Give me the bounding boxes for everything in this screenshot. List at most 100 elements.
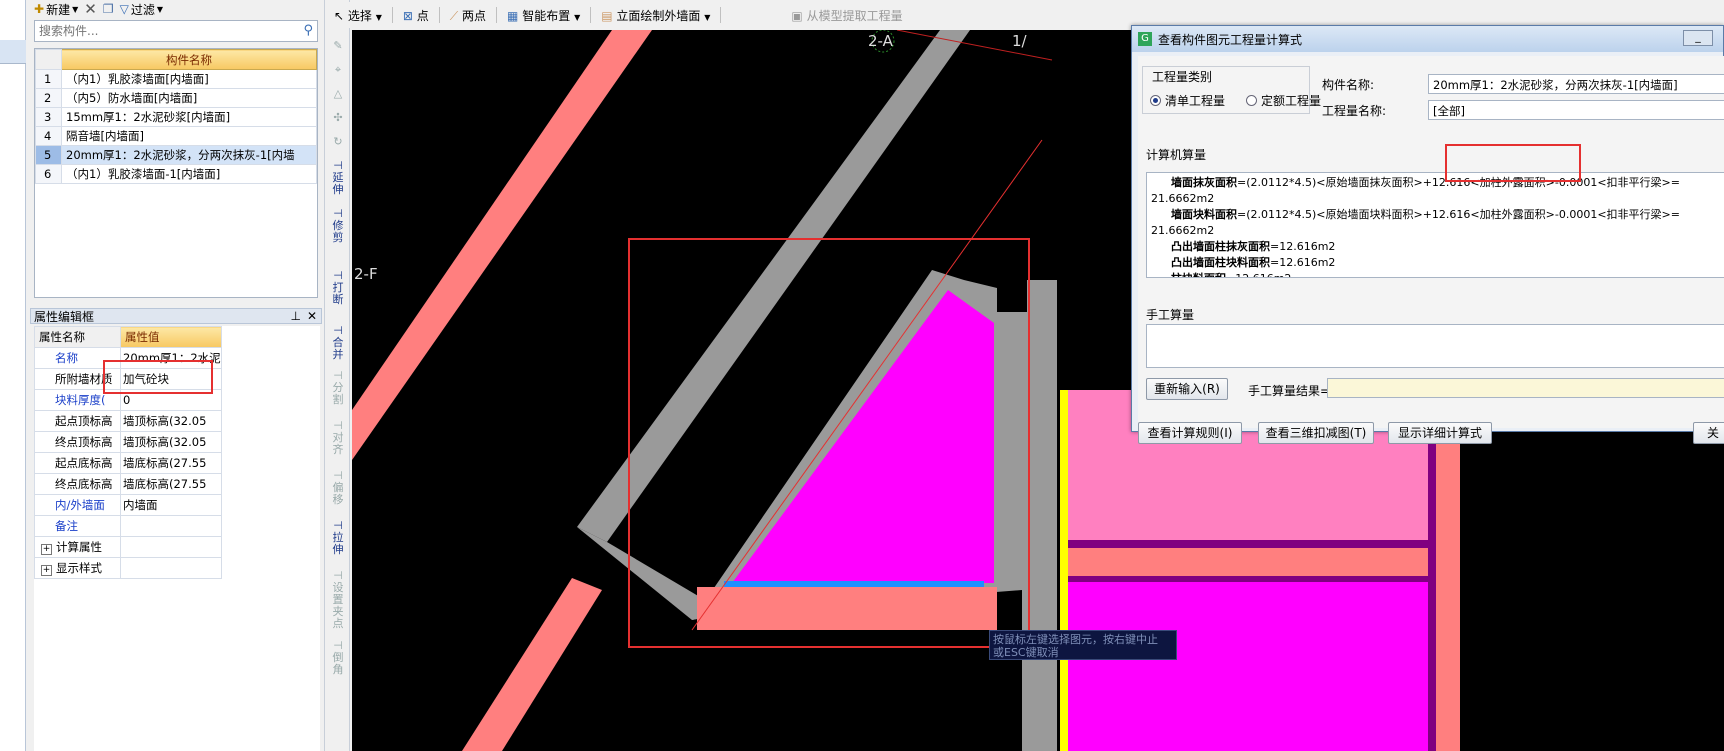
minimize-button[interactable]: _ [1683,30,1713,46]
expand-icon[interactable]: + [41,565,52,576]
expand-icon[interactable]: + [41,544,52,555]
property-row[interactable]: + 显示样式 [34,557,222,579]
point-label: 点 [416,8,429,23]
radio-list-quantity[interactable]: 清单工程量 [1150,92,1225,109]
table-row[interactable]: 1 （内1）乳胶漆墙面[内墙面] [35,69,317,89]
smart-layout-button[interactable]: ▦ 智能布置 ▼ [507,7,580,24]
manual-result-label: 手工算量结果= [1248,384,1331,398]
tool-icon[interactable]: ✎ [329,40,347,52]
elevation-draw-label: 立面绘制外墙面 [616,8,701,23]
new-button[interactable]: ✚ 新建 ▼ [34,1,78,18]
table-row[interactable]: 5 20mm厚1：2水泥砂浆，分两次抹灰-1[内墙 [35,145,317,165]
elevation-draw-button[interactable]: ▤ 立面绘制外墙面 ▼ [601,7,710,24]
calc-line: 墙面抹灰面积=(2.0112*4.5)<原始墙面抹灰面积>+12.616<加柱外… [1151,175,1720,191]
radio-quota-quantity[interactable]: 定额工程量 [1246,92,1321,109]
toolbar-divider [438,7,440,23]
copy-icon[interactable]: ❐ [103,2,114,16]
property-value[interactable]: 内墙面 [120,494,222,516]
component-name-cell: （内5）防水墙面[内墙面] [61,88,317,108]
property-value[interactable]: 墙顶标高(32.05 [120,431,222,453]
property-value[interactable] [120,536,222,558]
tool-label: 修剪 [332,219,344,244]
axis-marker-2f: 2-F [352,263,382,287]
row-number: 1 [35,69,62,89]
component-name-cell: （内1）乳胶漆墙面[内墙面] [61,69,317,89]
close-button[interactable]: 关 [1693,422,1724,444]
property-name: + 显示样式 [34,557,121,579]
property-name-label: 显示样式 [56,561,102,575]
reenter-button[interactable]: 重新输入(R) [1146,378,1228,400]
view-3d-deduction-button[interactable]: 查看三维扣减图(T) [1258,422,1374,444]
property-value-header: 属性值 [120,326,222,348]
table-row[interactable]: 4 隔音墙[内墙面] [35,126,317,146]
table-row[interactable]: 2 （内5）防水墙面[内墙面] [35,88,317,108]
edit-toolbar: ✎ ⌖ △ ✣ ↻ ⊣ 延伸 ⊣ 修剪 ⊣ 打断 ⊣ 合并 ⊣ 分割 ⊣ 对齐 ⊣ 偏移 ⊣ 拉伸 ⊣ 设置夹点 ⊣ 倒角 [324,0,350,751]
status-tooltip: 按鼠标左键选择图元，按右键中止 或ESC键取消 [989,630,1177,660]
tool-icon[interactable]: ✣ [329,112,347,124]
component-list: 构件名称 1 （内1）乳胶漆墙面[内墙面] 2 （内5）防水墙面[内墙面] 3 15mm厚… [34,48,318,298]
tool-button[interactable]: ⊣ 分割 [329,370,347,406]
computer-calc-text[interactable]: 墙面抹灰面积=(2.0112*4.5)<原始墙面抹灰面积>+12.616<加柱外… [1146,172,1724,278]
property-value[interactable]: 墙底标高(27.55 [120,473,222,495]
table-row[interactable]: 6 （内1）乳胶漆墙面-1[内墙面] [35,164,317,184]
manual-calc-input[interactable] [1146,324,1724,368]
axis-label-2a: 2-A [868,32,894,50]
property-row[interactable]: 终点顶标高 墙顶标高(32.05 [34,431,222,453]
select-button[interactable]: ↖ 选择 ▼ [334,7,382,24]
point-button[interactable]: ⊠ 点 [403,7,429,24]
tool-button[interactable]: ⊣ 延伸 [329,160,347,196]
purple-band-2 [1068,576,1428,582]
tool-button[interactable]: ⊣ 对齐 [329,420,347,456]
magenta-region-right [1068,582,1428,751]
close-icon[interactable]: ✕ [307,309,317,323]
property-value[interactable] [120,557,222,579]
component-name-field[interactable]: 20mm厚1：2水泥砂浆，分两次抹灰-1[内墙面] [1428,74,1724,94]
qty-type-label: 工程量类别 [1150,68,1215,85]
tool-button[interactable]: ⊣ 打断 [329,270,347,306]
two-points-button[interactable]: ⟋ 两点 [450,7,486,24]
calc-line-formula: =(2.0112*4.5)<原始墙面块料面积>+12.616<加柱外露面积>-0… [1237,208,1680,221]
tool-button[interactable]: ⊣ 拉伸 [329,520,347,556]
tool-icon[interactable]: ↻ [329,136,347,148]
component-toolbar: ✚ 新建 ▼ ✕ ❐ ▽ 过滤 ▼ [30,0,322,18]
property-value[interactable]: 墙顶标高(32.05 [120,410,222,432]
calc-line: 21.6662m2 [1151,223,1720,239]
qty-name-select[interactable]: [全部] [1428,100,1724,120]
property-row[interactable]: 终点底标高 墙底标高(27.55 [34,473,222,495]
new-icon: ✚ [34,2,45,16]
property-name: + 计算属性 [34,536,121,558]
tool-button[interactable]: ⊣ 偏移 [329,470,347,506]
row-number: 3 [35,107,62,127]
view-rules-button[interactable]: 查看计算规则(I) [1138,422,1242,444]
manual-result-field[interactable] [1327,378,1724,398]
filter-button[interactable]: ▽ 过滤 ▼ [120,1,163,18]
extract-quantity-button[interactable]: ▣ 从模型提取工程量 [791,7,902,24]
tool-button[interactable]: ⊣ 合并 [329,325,347,361]
property-row[interactable]: + 计算属性 [34,536,222,558]
point-icon: ⊠ [402,8,413,23]
quantity-formula-dialog: G 查看构件图元工程量计算式 _ 工程量类别 清单工程量 定额工程量 构件名称:… [1131,25,1724,444]
delete-icon[interactable]: ✕ [84,0,97,18]
tool-icon[interactable]: ⌖ [329,64,347,76]
pin-icon[interactable]: ⊥ [291,309,301,323]
tool-icon[interactable]: △ [329,88,347,100]
nav-strip-selected-item[interactable] [0,40,26,64]
table-row[interactable]: 3 15mm厚1：2水泥砂浆[内墙面] [35,107,317,127]
tool-button[interactable]: ⊣ 倒角 [329,640,347,676]
chevron-down-icon: ▼ [72,4,79,14]
tool-button[interactable]: ⊣ 修剪 [329,208,347,244]
property-value[interactable]: 墙底标高(27.55 [120,452,222,474]
component-name-cell: 15mm厚1：2水泥砂浆[内墙面] [61,107,317,127]
property-row[interactable]: 备注 [34,515,222,537]
property-name-header: 属性名称 [34,326,121,348]
tool-button[interactable]: ⊣ 设置夹点 [329,570,347,630]
property-row[interactable]: 内/外墙面 内墙面 [34,494,222,516]
chevron-down-icon: ▼ [704,12,711,22]
property-row[interactable]: 起点底标高 墙底标高(27.55 [34,452,222,474]
search-icon[interactable]: ⚲ [303,23,313,38]
calc-line-formula: =12.616m2 [1270,256,1336,269]
search-input[interactable] [35,21,285,41]
property-row[interactable]: 起点顶标高 墙顶标高(32.05 [34,410,222,432]
property-value[interactable] [120,515,222,537]
show-detail-formula-button[interactable]: 显示详细计算式 [1388,422,1492,444]
